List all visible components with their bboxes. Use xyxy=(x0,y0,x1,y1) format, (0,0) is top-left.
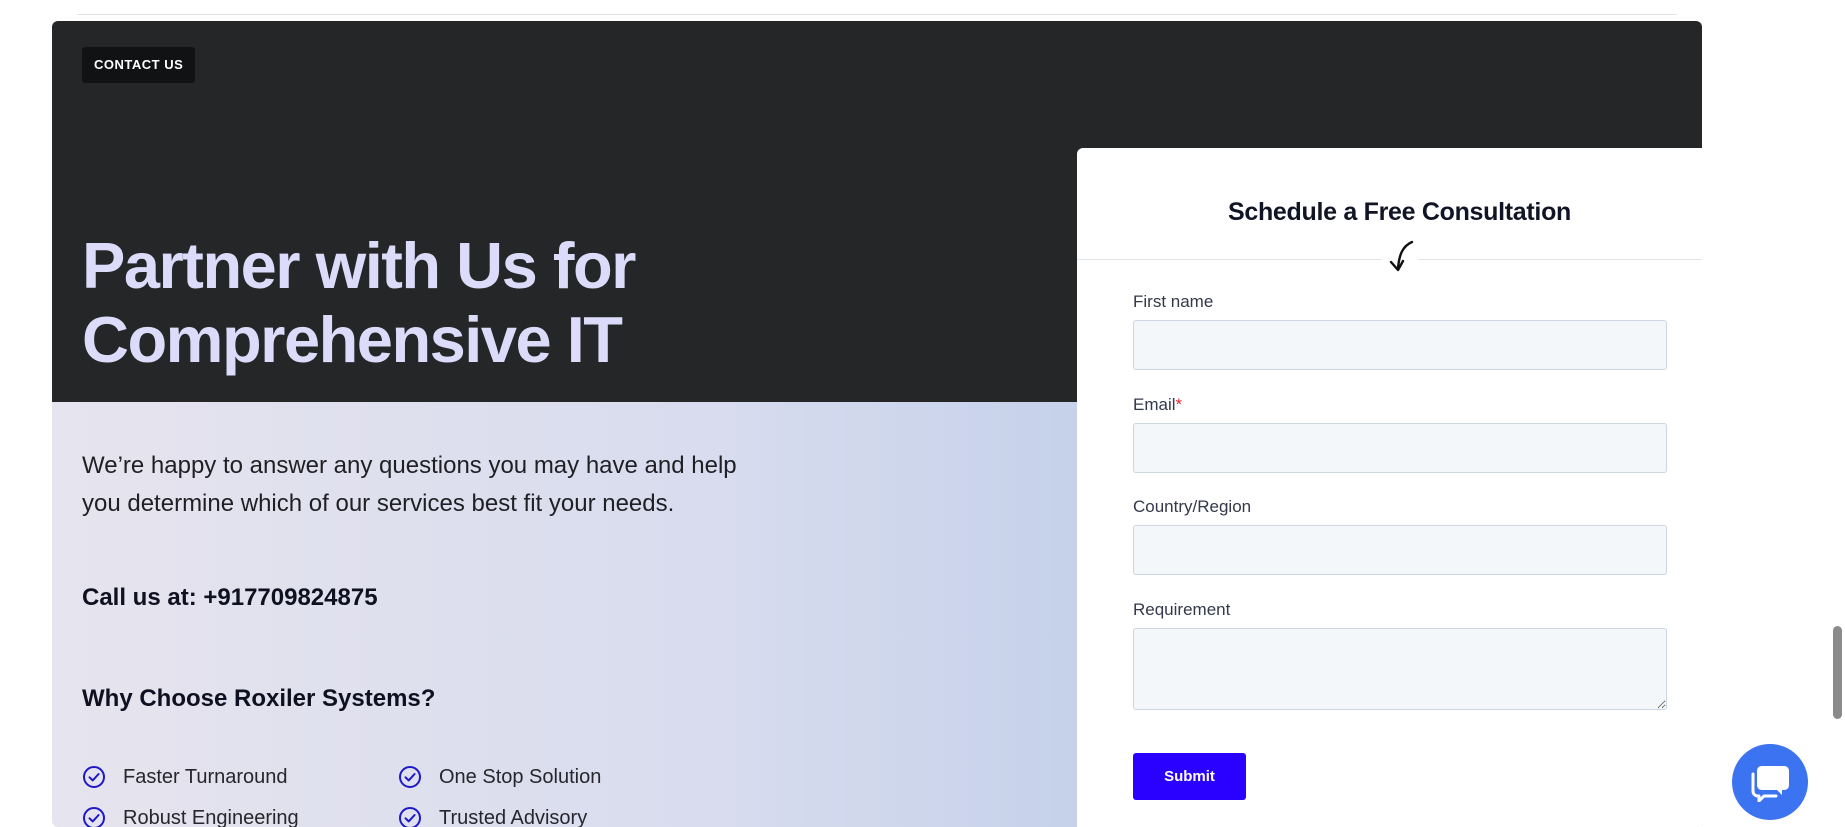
feature-label: Robust Engineering xyxy=(123,806,299,827)
contact-headline: Partner with Us for Comprehensive IT xyxy=(82,229,782,377)
feature-item: One Stop Solution xyxy=(398,765,601,789)
email-label-text: Email xyxy=(1133,395,1176,414)
required-marker: * xyxy=(1175,395,1183,414)
scrollbar-thumb[interactable] xyxy=(1833,626,1842,719)
check-circle-icon xyxy=(399,766,421,788)
first-name-label: First name xyxy=(1133,292,1214,311)
contact-us-badge: CONTACT US xyxy=(82,47,196,83)
intro-line-2: you determine which of our services best… xyxy=(82,490,675,517)
chat-bubbles-icon xyxy=(1751,766,1789,802)
chat-widget-button[interactable] xyxy=(1732,744,1808,820)
headline-line-1: Partner with Us for xyxy=(82,229,636,302)
form-title: Schedule a Free Consultation xyxy=(1227,198,1572,226)
page: CONTACT US Partner with Us for Comprehen… xyxy=(0,0,1845,827)
submit-button[interactable]: Submit xyxy=(1133,753,1246,800)
consultation-form: Schedule a Free Consultation First name … xyxy=(1077,148,1702,827)
country-label: Country/Region xyxy=(1133,497,1252,516)
requirement-label: Requirement xyxy=(1133,600,1231,619)
top-divider xyxy=(77,14,1677,15)
why-choose-title: Why Choose Roxiler Systems? xyxy=(82,685,436,712)
check-circle-icon xyxy=(83,807,105,827)
headline-line-2: Comprehensive IT xyxy=(82,303,623,376)
feature-item: Robust Engineering xyxy=(82,806,299,827)
feature-label: Trusted Advisory xyxy=(439,806,588,827)
first-name-field[interactable] xyxy=(1133,320,1667,370)
check-circle-icon xyxy=(83,766,105,788)
email-field[interactable] xyxy=(1133,423,1667,473)
requirement-textarea[interactable] xyxy=(1133,628,1667,710)
feature-item: Faster Turnaround xyxy=(82,765,288,789)
feature-label: Faster Turnaround xyxy=(123,765,288,788)
phone-callout: Call us at: +917709824875 xyxy=(82,584,378,611)
email-label: Email* xyxy=(1133,395,1182,415)
intro-text: We’re happy to answer any questions you … xyxy=(82,447,782,523)
contact-section: CONTACT US Partner with Us for Comprehen… xyxy=(52,21,1702,827)
intro-line-1: We’re happy to answer any questions you … xyxy=(82,452,737,479)
country-region-field[interactable] xyxy=(1133,525,1667,575)
feature-item: Trusted Advisory xyxy=(398,806,587,827)
feature-label: One Stop Solution xyxy=(439,765,602,788)
check-circle-icon xyxy=(399,807,421,827)
arrow-holder xyxy=(1382,238,1418,278)
curved-arrow-down-icon xyxy=(1389,240,1414,272)
